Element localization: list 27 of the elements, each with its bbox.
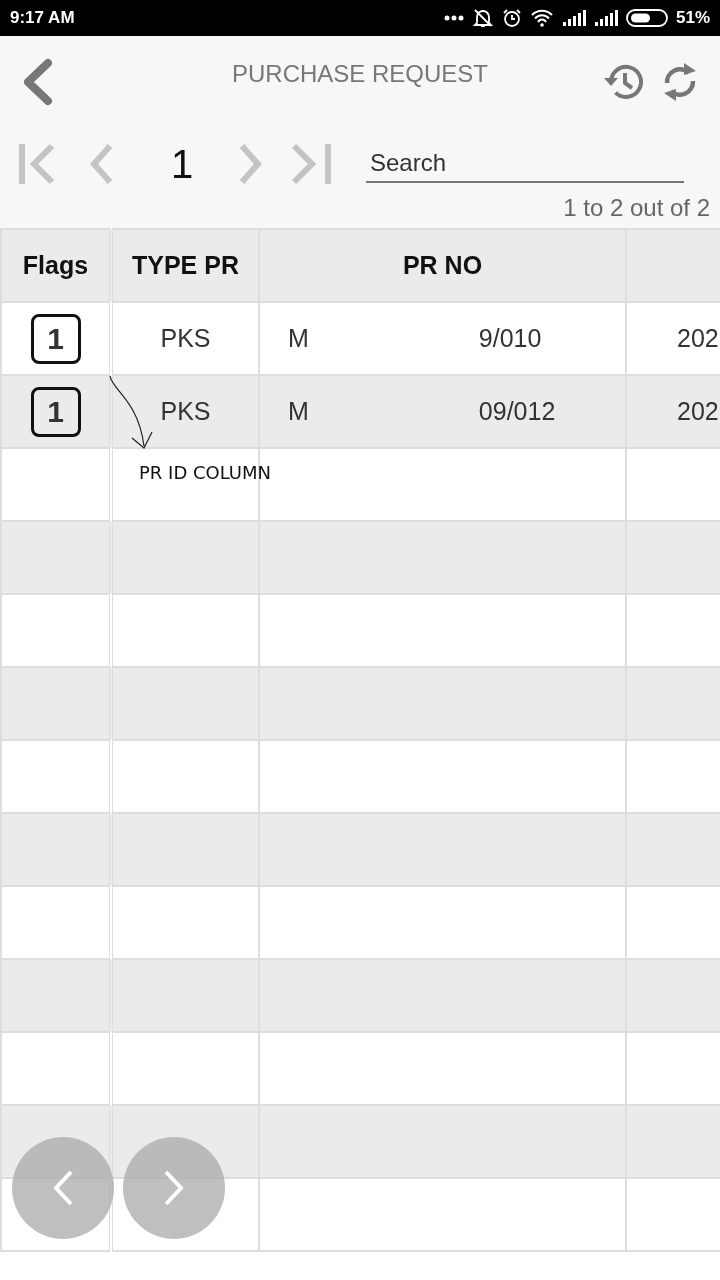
table-cell: 9/010 <box>478 324 542 353</box>
wifi-icon <box>529 9 554 27</box>
table-cell: PKS <box>111 375 259 448</box>
battery-percent: 51% <box>675 8 710 28</box>
column-header[interactable]: PR NO <box>259 229 626 302</box>
alarm-icon <box>501 8 522 28</box>
table-cell: M <box>288 324 309 353</box>
flag-badge: 1 <box>30 386 81 437</box>
column-header[interactable]: Flags <box>1 229 111 302</box>
annotation-label: PR ID COLUMN <box>139 462 271 483</box>
signal-icon <box>593 9 618 27</box>
signal-icon <box>561 9 586 27</box>
chevron-left-icon <box>51 1169 75 1207</box>
flag-badge: 1 <box>30 313 81 364</box>
page-number: 1 <box>169 141 195 187</box>
battery-icon <box>625 8 670 28</box>
record-range: 1 to 2 out of 2 <box>563 194 710 221</box>
table-cell: 202 <box>626 375 720 448</box>
column-header[interactable]: TYPE PR <box>111 229 259 302</box>
page-title: PURCHASE REQUEST <box>230 60 489 88</box>
table-cell: 09/012 <box>478 397 556 426</box>
search-field[interactable]: Search <box>366 145 684 183</box>
chevron-right-icon <box>162 1169 186 1207</box>
status-time: 9:17 AM <box>10 8 75 28</box>
table-cell: M <box>288 397 309 426</box>
muted-bell-icon <box>471 7 494 29</box>
more-icon <box>443 15 464 21</box>
